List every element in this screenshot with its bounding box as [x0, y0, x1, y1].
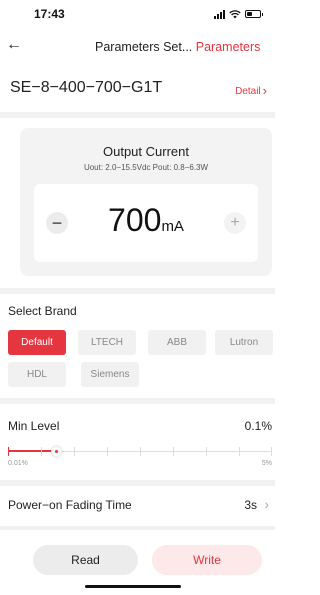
current-value: 700 [108, 202, 162, 238]
slider-tick [74, 447, 75, 456]
detail-label: Detail [235, 86, 261, 97]
slider-tick [107, 447, 108, 456]
nav-bar: ← Parameters Set... Parameters [0, 34, 275, 60]
slider-tick [140, 447, 141, 456]
brand-option-hdl[interactable]: HDL [8, 362, 66, 387]
battery-icon [245, 10, 263, 18]
slider-tick [239, 447, 240, 456]
slider-tick [206, 447, 207, 456]
current-unit: mA [161, 218, 184, 235]
chevron-right-icon: › [264, 496, 269, 512]
output-current-title: Output Current [103, 144, 189, 159]
brand-option-abb[interactable]: ABB [148, 330, 206, 355]
status-bar: 17:43 [0, 0, 275, 28]
brand-option-default[interactable]: Default [8, 330, 66, 355]
section-divider [0, 398, 275, 404]
wifi-icon [229, 9, 241, 18]
signal-icon [214, 9, 225, 19]
plus-icon: + [230, 214, 240, 231]
section-divider [0, 288, 275, 294]
status-icons [214, 9, 263, 19]
output-current-specs: Uout: 2.0−15.5Vdc Pout: 0.8−6.3W [83, 163, 209, 172]
slider-tick [8, 447, 9, 456]
brand-option-lutron[interactable]: Lutron [215, 330, 273, 355]
page-title: Parameters Set... Parameters [95, 40, 260, 54]
section-divider [0, 526, 275, 530]
min-level-value: 0.1% [244, 419, 272, 433]
slider-fill [8, 450, 56, 452]
read-button[interactable]: Read [33, 545, 138, 575]
section-divider [0, 480, 275, 486]
device-name: SE−8−400−700−G1T [10, 79, 163, 96]
section-divider [0, 112, 275, 118]
slider-tick [41, 447, 42, 456]
slider-min-label: 0.01% [8, 460, 28, 467]
current-stepper: − 700mA + [34, 184, 258, 262]
write-button[interactable]: Write [152, 545, 262, 575]
device-row: SE−8−400−700−G1T Detail › [0, 74, 275, 104]
select-brand-label: Select Brand [8, 304, 77, 318]
slider-tick [271, 447, 272, 456]
brand-option-ltech[interactable]: LTECH [78, 330, 136, 355]
slider-knob[interactable] [51, 446, 62, 457]
back-arrow-icon[interactable]: ← [6, 36, 22, 54]
home-indicator [85, 585, 181, 588]
slider-max-label: 5% [261, 460, 272, 467]
min-level-slider[interactable] [8, 445, 272, 465]
output-current-card: Output Current Uout: 2.0−15.5Vdc Pout: 0… [20, 128, 272, 276]
detail-link[interactable]: Detail › [235, 82, 267, 98]
increase-button[interactable]: + [224, 212, 246, 234]
min-level-label: Min Level [8, 419, 60, 433]
fading-time-row[interactable]: Power−on Fading Time 3s › [0, 494, 275, 518]
page-title-accent: Parameters [195, 40, 261, 54]
fading-time-value: 3s [244, 498, 257, 512]
status-time: 17:43 [34, 7, 65, 21]
chevron-right-icon: › [262, 83, 267, 98]
brand-option-siemens[interactable]: Siemens [81, 362, 139, 387]
page-title-text: Parameters Set... [95, 40, 193, 54]
slider-tick [173, 447, 174, 456]
fading-time-label: Power−on Fading Time [8, 498, 132, 512]
